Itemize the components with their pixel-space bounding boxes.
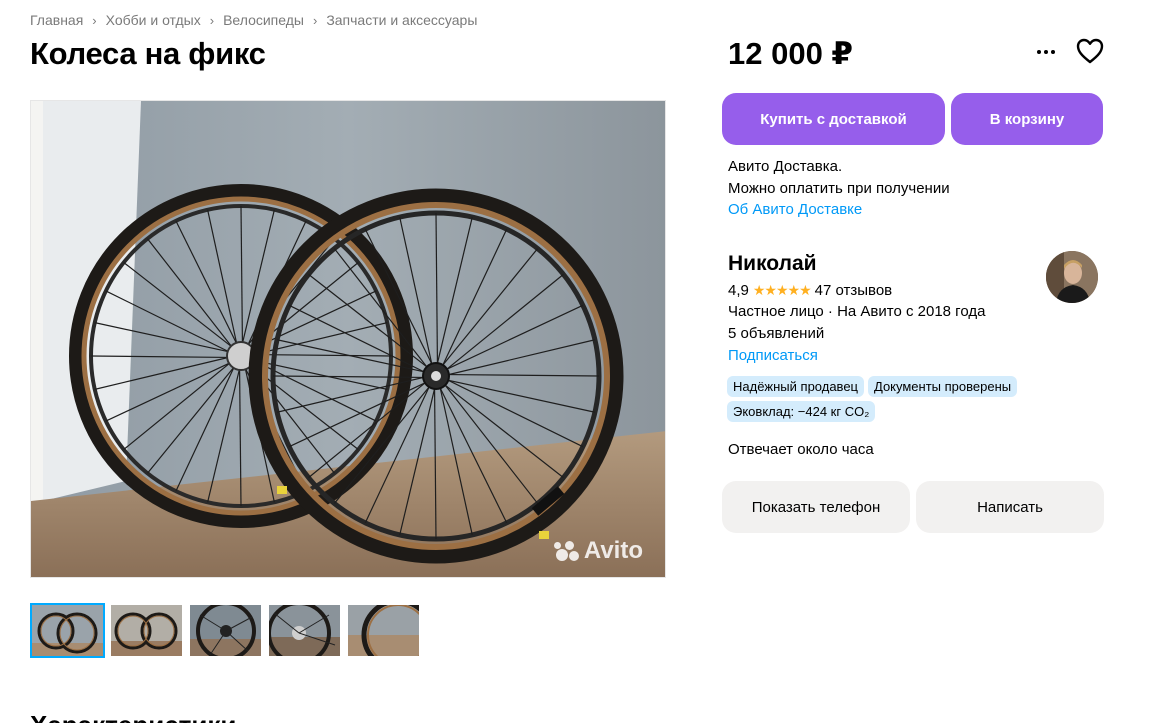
thumbnail-2[interactable] <box>109 603 184 658</box>
badge-eco-contribution[interactable]: Эковклад: −424 кг CO₂ <box>727 401 876 422</box>
main-photo[interactable]: Avito <box>30 100 666 578</box>
write-message-button[interactable]: Написать <box>916 481 1104 533</box>
listing-title: Колеса на фикс <box>30 36 266 71</box>
show-phone-button[interactable]: Показать телефон <box>722 481 910 533</box>
breadcrumb-parts[interactable]: Запчасти и аксессуары <box>326 12 477 28</box>
subscribe-link[interactable]: Подписаться <box>728 347 818 364</box>
thumbnail-5[interactable] <box>346 603 421 658</box>
chevron-right-icon: › <box>209 12 215 28</box>
wheel-left <box>69 184 413 528</box>
reviews-count[interactable]: 47 отзывов <box>815 282 893 299</box>
badge-documents-verified[interactable]: Документы проверены <box>868 376 1018 397</box>
thumbnail-3[interactable] <box>188 603 263 658</box>
delivery-line-1: Авито Доставка. <box>728 158 843 175</box>
more-dots-icon[interactable] <box>1032 42 1060 62</box>
price: 12 000 ₽ <box>728 36 853 71</box>
seller-name[interactable]: Николай <box>728 252 817 276</box>
thumbnail-1[interactable] <box>30 603 105 658</box>
characteristics-heading: Характеристики <box>30 710 236 723</box>
delivery-info: Авито Доставка. Можно оплатить при получ… <box>728 156 950 221</box>
delivery-line-2: Можно оплатить при получении <box>728 179 950 197</box>
seller-type: Частное лицо · На Авито с 2018 года <box>728 303 986 320</box>
add-to-cart-button[interactable]: В корзину <box>951 93 1103 145</box>
breadcrumb-home[interactable]: Главная <box>30 12 83 28</box>
heart-icon[interactable] <box>1075 37 1105 65</box>
badge-reliable-seller[interactable]: Надёжный продавец <box>727 376 864 397</box>
seller-listings-count[interactable]: 5 объявлений <box>728 325 824 342</box>
chevron-right-icon: › <box>92 12 97 28</box>
chevron-right-icon: › <box>312 12 318 28</box>
seller-rating[interactable]: 4,9 ★★★★★ 47 отзывов <box>728 282 892 299</box>
rating-value: 4,9 <box>728 282 749 299</box>
thumbnail-4[interactable] <box>267 603 342 658</box>
thumbnail-strip <box>30 603 421 658</box>
avatar[interactable] <box>1046 251 1098 303</box>
response-time: Отвечает около часа <box>728 441 874 458</box>
breadcrumb-hobby[interactable]: Хобби и отдых <box>106 12 201 28</box>
wheel-right <box>248 188 624 564</box>
breadcrumb: Главная › Хобби и отдых › Велосипеды › З… <box>30 12 477 28</box>
seller-badges: Надёжный продавец Документы проверены Эк… <box>727 376 1057 422</box>
avito-logo-icon <box>553 540 580 562</box>
rating-stars-icon: ★★★★★ <box>752 282 812 298</box>
buy-with-delivery-button[interactable]: Купить с доставкой <box>722 93 945 145</box>
delivery-info-link[interactable]: Об Авито Доставке <box>728 199 950 221</box>
avito-watermark: Avito <box>553 537 643 565</box>
breadcrumb-bicycles[interactable]: Велосипеды <box>223 12 304 28</box>
